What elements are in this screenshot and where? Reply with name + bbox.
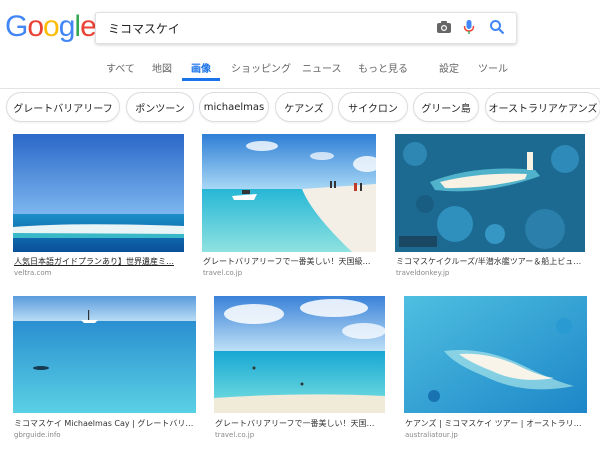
nav-tabs: すべて 地図 画像 ショッピング ニュース もっと見る 設定 ツール (0, 54, 600, 84)
image-result[interactable]: グレートバリアリーフで一番美しい！天国級… travel.co.jp (202, 134, 376, 279)
search-input[interactable]: ミコマスケイ (108, 20, 180, 37)
tab-tools[interactable]: ツール (478, 60, 508, 75)
logo-letter: o (43, 10, 60, 43)
result-source[interactable]: gbrguide.info (14, 431, 61, 439)
result-thumbnail[interactable] (202, 134, 376, 252)
chip-australia-cairns[interactable]: オーストラリアケアンズ (485, 92, 600, 122)
result-caption[interactable]: ミコマスケイクルーズ/半潜水艦ツアー＆船上ビュ… (396, 256, 585, 267)
result-thumbnail[interactable] (395, 134, 585, 252)
related-searches: グレートバリアリーフ ポンツーン michaelmas ケアンズ サイクロン グ… (0, 92, 600, 126)
tab-maps[interactable]: 地図 (152, 60, 172, 75)
chip-cairns[interactable]: ケアンズ (275, 92, 333, 122)
search-icon[interactable] (489, 19, 505, 37)
image-result[interactable]: ミコマスケイクルーズ/半潜水艦ツアー＆船上ビュ… traveldonkey.jp (395, 134, 585, 279)
image-result[interactable]: 人気日本語ガイドプランあり】世界遺産ミ… veltra.com (13, 134, 184, 279)
logo-letter: o (27, 10, 44, 43)
chip-cyclone[interactable]: サイクロン (338, 92, 408, 122)
logo-letter: g (58, 10, 76, 43)
result-source[interactable]: veltra.com (14, 269, 51, 277)
image-result[interactable]: ミコマスケイ Michaelmas Cay | グレートバリ… gbrguide… (13, 296, 196, 442)
image-result[interactable]: ケアンズ | ミコマスケイ ツアー | オーストラリ… australiatou… (404, 296, 587, 442)
chip-pontoon[interactable]: ポンツーン (126, 92, 194, 122)
camera-icon[interactable] (436, 19, 452, 37)
tab-more[interactable]: もっと見る (358, 60, 408, 75)
result-source[interactable]: australiatour.jp (405, 431, 458, 439)
result-thumbnail[interactable] (214, 296, 385, 413)
google-logo[interactable]: Google (5, 10, 97, 44)
header: Google ミコマスケイ すべて 地図 画像 ショッピング ニュース もっと見… (0, 0, 600, 89)
logo-letter: e (80, 10, 97, 43)
active-tab-indicator (182, 78, 220, 81)
result-source[interactable]: travel.co.jp (215, 431, 254, 439)
result-thumbnail[interactable] (404, 296, 587, 413)
tab-all[interactable]: すべて (106, 60, 135, 75)
tab-images[interactable]: 画像 (191, 60, 211, 75)
tab-shopping[interactable]: ショッピング (231, 60, 291, 75)
result-caption[interactable]: 人気日本語ガイドプランあり】世界遺産ミ… (14, 256, 184, 267)
chip-michaelmas[interactable]: michaelmas (199, 92, 269, 122)
search-box[interactable]: ミコマスケイ (95, 12, 517, 44)
result-thumbnail[interactable] (13, 134, 184, 252)
result-thumbnail[interactable] (13, 296, 196, 413)
result-caption[interactable]: グレートバリアリーフで一番美しい！天国級… (203, 256, 376, 267)
chip-great-barrier-reef[interactable]: グレートバリアリーフ (6, 92, 120, 122)
result-source[interactable]: traveldonkey.jp (396, 269, 449, 277)
tab-settings[interactable]: 設定 (439, 60, 459, 75)
chip-green-island[interactable]: グリーン島 (413, 92, 479, 122)
result-source[interactable]: travel.co.jp (203, 269, 242, 277)
tab-news[interactable]: ニュース (302, 60, 342, 75)
result-caption[interactable]: ケアンズ | ミコマスケイ ツアー | オーストラリ… (405, 418, 587, 429)
result-caption[interactable]: ミコマスケイ Michaelmas Cay | グレートバリ… (14, 418, 196, 429)
image-result[interactable]: グレートバリアリーフで一番美しい！天国… travel.co.jp (214, 296, 385, 442)
mic-icon[interactable] (463, 19, 475, 37)
result-caption[interactable]: グレートバリアリーフで一番美しい！天国… (215, 418, 385, 429)
logo-letter: G (5, 10, 28, 43)
